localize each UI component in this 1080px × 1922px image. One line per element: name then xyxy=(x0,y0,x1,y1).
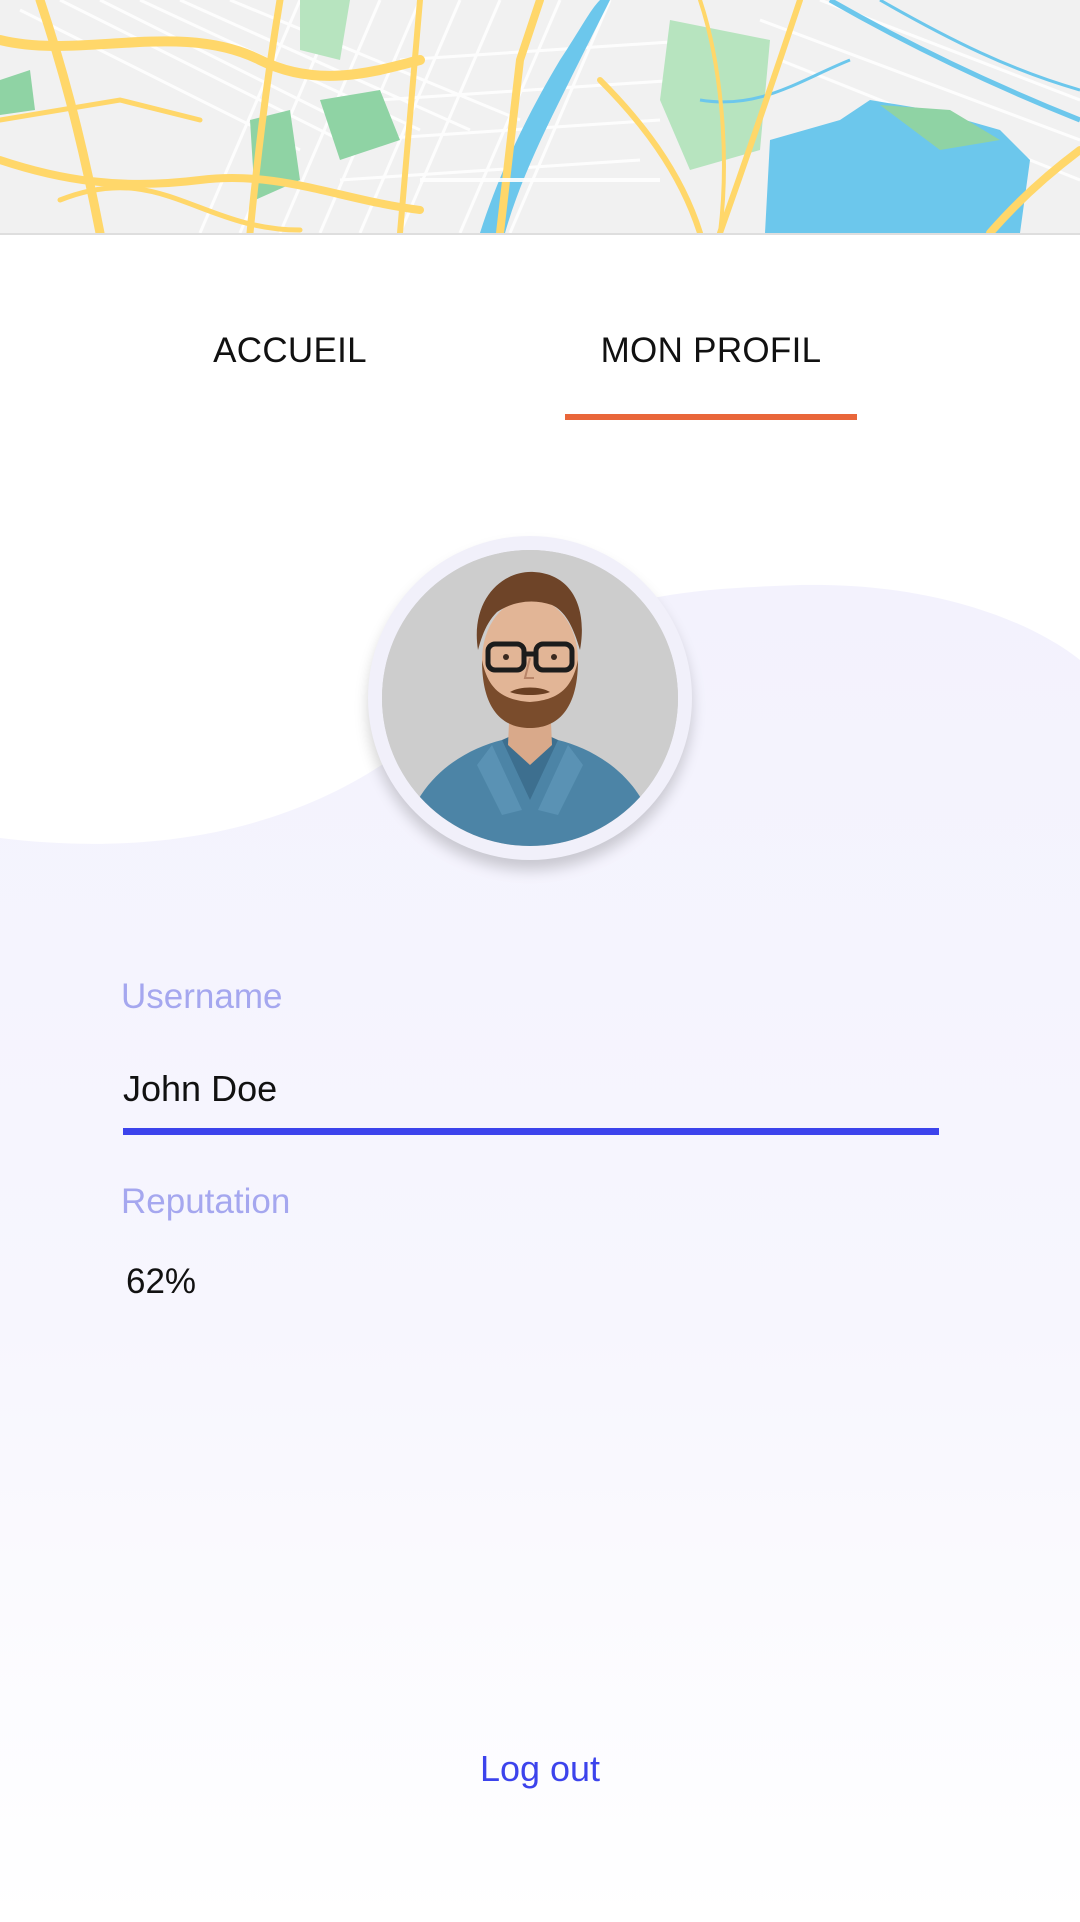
tab-accueil[interactable]: ACCUEIL xyxy=(140,235,440,425)
username-input[interactable] xyxy=(123,1050,939,1135)
tab-mon-profil-label: MON PROFIL xyxy=(600,331,822,370)
avatar xyxy=(382,550,678,846)
map-preview[interactable] xyxy=(0,0,1080,235)
tab-mon-profil[interactable]: MON PROFIL xyxy=(565,235,857,425)
tab-accueil-label: ACCUEIL xyxy=(213,331,367,370)
avatar-frame xyxy=(368,536,692,860)
reputation-value: 62% xyxy=(126,1262,197,1301)
active-tab-indicator xyxy=(565,414,857,420)
username-label: Username xyxy=(121,977,283,1016)
reputation-label: Reputation xyxy=(121,1182,291,1221)
tab-bar: ACCUEIL MON PROFIL xyxy=(0,235,1080,425)
logout-button[interactable]: Log out xyxy=(440,1748,640,1798)
